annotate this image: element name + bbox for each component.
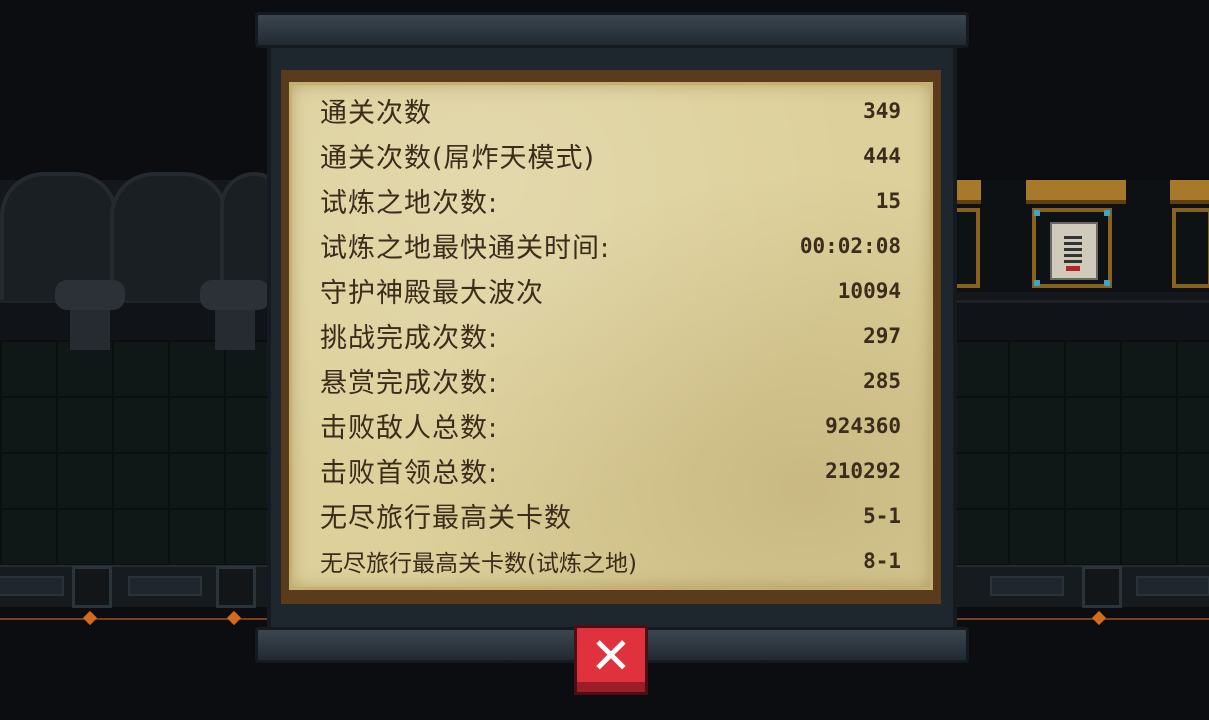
stat-label: 无尽旅行最高关卡数 (320, 503, 572, 534)
trim-ornament (1091, 610, 1107, 626)
stat-value: 00:02:08 (799, 233, 901, 258)
stat-label: 击败首领总数: (320, 458, 499, 489)
rail-slot (0, 576, 64, 596)
rail-slot (128, 576, 202, 596)
stat-label: 挑战完成次数: (320, 323, 499, 354)
stat-value: 349 (863, 98, 901, 123)
close-button[interactable]: ✕ (574, 625, 648, 695)
rail-slot (990, 576, 1064, 596)
stat-label: 无尽旅行最高关卡数(试炼之地) (320, 550, 637, 577)
stat-value: 210292 (825, 458, 901, 483)
scroll-top-rod (255, 12, 969, 48)
trim-ornament (226, 610, 242, 626)
rail-post (216, 566, 256, 608)
card-item (1050, 222, 1098, 280)
pin (1034, 280, 1040, 286)
stat-row: 通关次数(屌炸天模式) 444 (289, 133, 933, 178)
card-display-slot (1172, 208, 1209, 288)
stat-value: 444 (863, 143, 901, 168)
stats-list: 通关次数 349 通关次数(屌炸天模式) 444 试炼之地次数: 15 试炼之地… (289, 88, 933, 583)
stat-value: 924360 (825, 413, 901, 438)
trim-ornament (82, 610, 98, 626)
stat-label: 通关次数(屌炸天模式) (320, 143, 596, 174)
stat-row: 试炼之地最快通关时间: 00:02:08 (289, 223, 933, 268)
pin (1104, 210, 1110, 216)
stat-value: 15 (875, 188, 901, 213)
stat-row: 通关次数 349 (289, 88, 933, 133)
stat-row: 悬赏完成次数: 285 (289, 358, 933, 403)
stat-value: 5-1 (863, 503, 901, 528)
stat-row: 击败敌人总数: 924360 (289, 403, 933, 448)
rail-post (1082, 566, 1122, 608)
stat-label: 试炼之地最快通关时间: (320, 233, 611, 264)
shelf-frame (1026, 180, 1126, 204)
stat-value: 8-1 (863, 548, 901, 573)
shelf-frame (1170, 180, 1209, 204)
rail-post (72, 566, 112, 608)
stat-label: 守护神殿最大波次 (320, 278, 544, 309)
card-display-slot[interactable] (1032, 208, 1112, 288)
pin (1104, 280, 1110, 286)
card-mark (1066, 266, 1080, 271)
stat-label: 试炼之地次数: (320, 188, 499, 219)
pillar-cap (200, 280, 270, 310)
stat-label: 悬赏完成次数: (320, 368, 499, 399)
stat-row: 无尽旅行最高关卡数 5-1 (289, 493, 933, 538)
stat-label: 击败敌人总数: (320, 413, 499, 444)
shelf-frame (957, 180, 981, 204)
pillar-cap (55, 280, 125, 310)
stat-value: 297 (863, 323, 901, 348)
rail-slot (1136, 576, 1209, 596)
stat-row: 守护神殿最大波次 10094 (289, 268, 933, 313)
stat-row: 挑战完成次数: 297 (289, 313, 933, 358)
stat-value: 10094 (837, 278, 901, 303)
stats-paper[interactable]: 通关次数 349 通关次数(屌炸天模式) 444 试炼之地次数: 15 试炼之地… (289, 82, 933, 590)
stat-row: 试炼之地次数: 15 (289, 178, 933, 223)
stat-row: 无尽旅行最高关卡数(试炼之地) 8-1 (289, 538, 933, 583)
pin (1034, 210, 1040, 216)
close-icon: ✕ (590, 627, 632, 685)
stat-value: 285 (863, 368, 901, 393)
card-icon (1064, 236, 1082, 264)
stat-label: 通关次数 (320, 98, 432, 129)
stat-row: 击败首领总数: 210292 (289, 448, 933, 493)
